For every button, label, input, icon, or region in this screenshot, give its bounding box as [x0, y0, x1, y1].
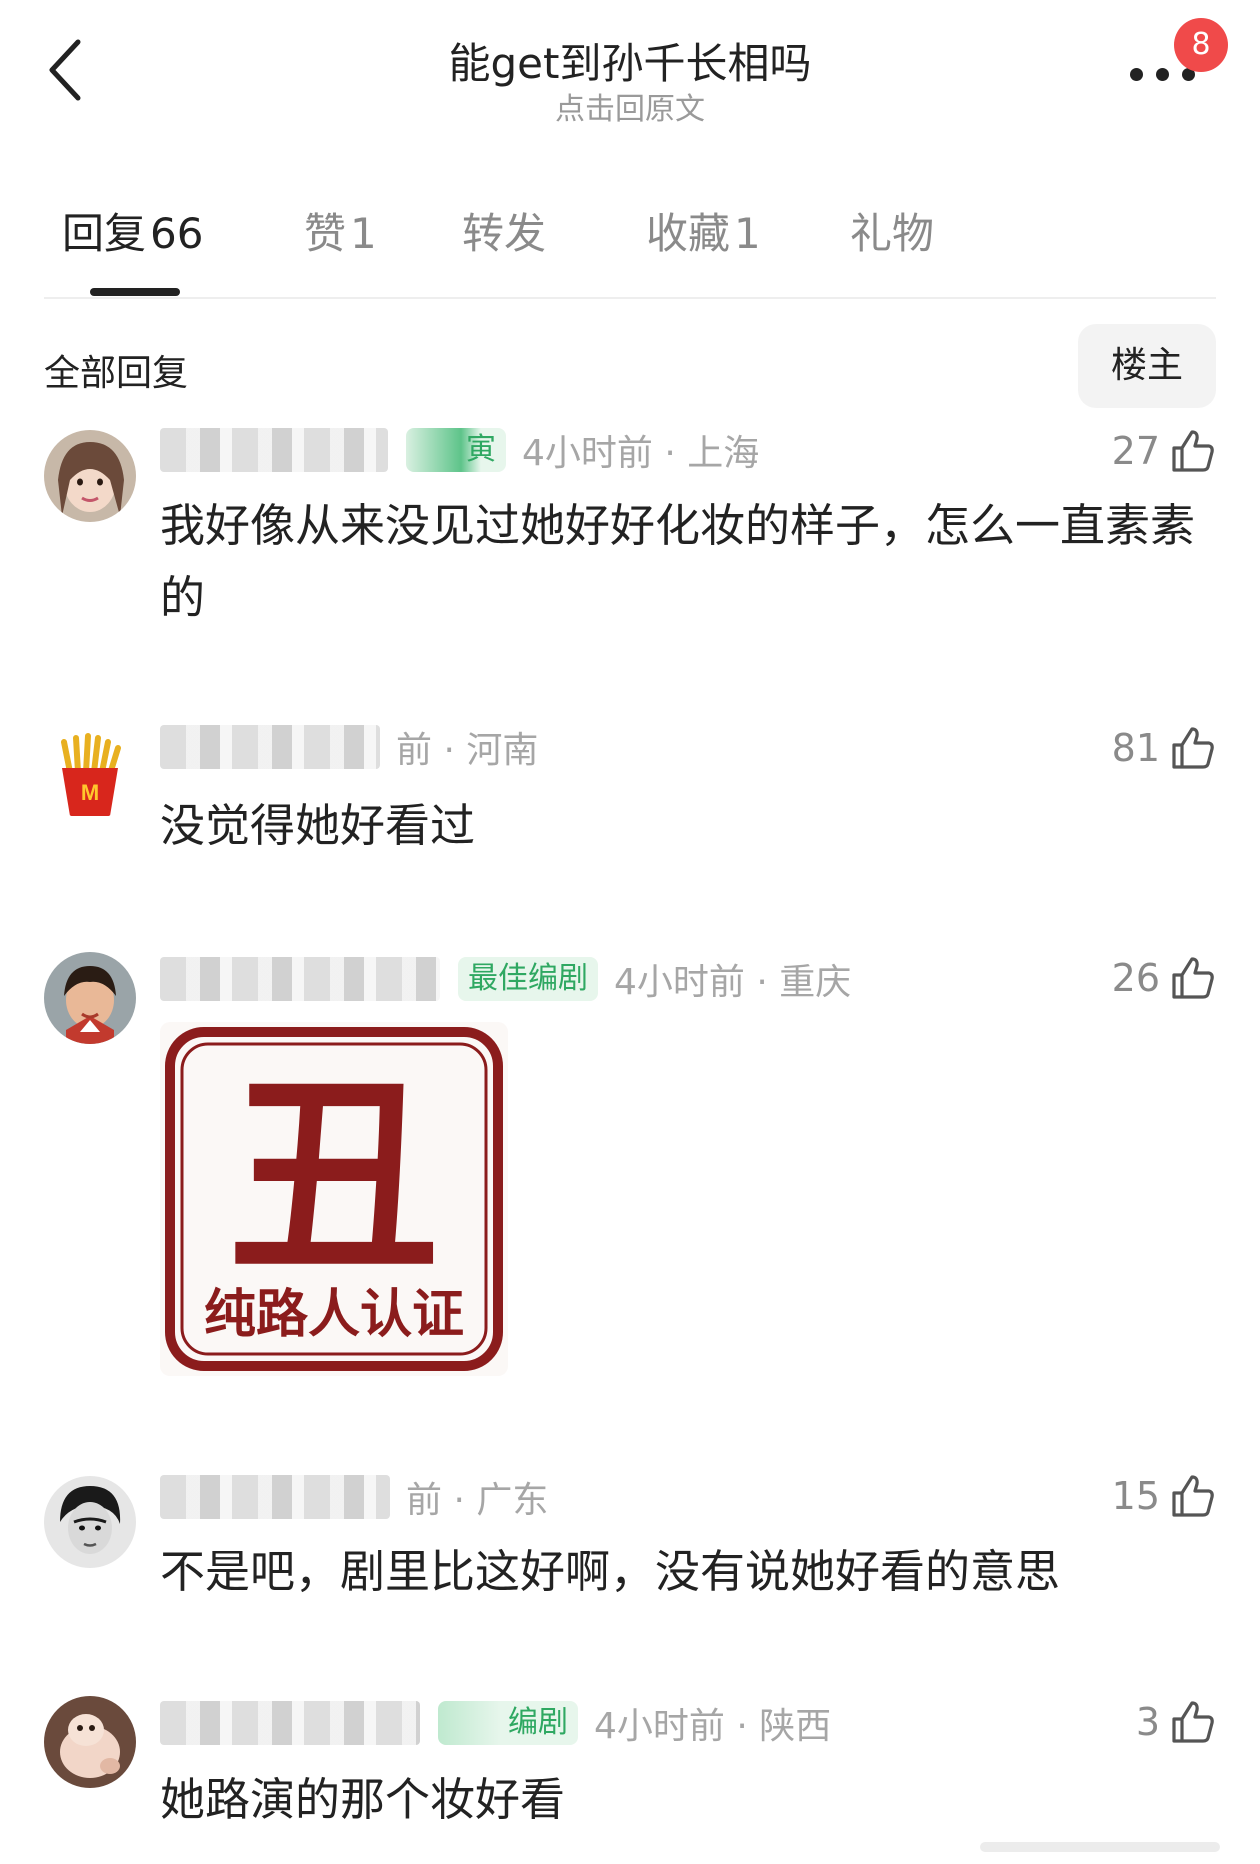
comment-meta: 编剧 4小时前 · 陕西 [160, 1698, 831, 1748]
like-button[interactable]: 81 [1112, 720, 1216, 776]
tab-label: 礼物 [850, 209, 935, 258]
tab-likes[interactable]: 赞1 [304, 200, 377, 261]
tab-replies[interactable]: 回复66 [62, 200, 203, 261]
like-button[interactable]: 26 [1112, 950, 1216, 1006]
avatar-image [44, 1696, 136, 1788]
username-redacted[interactable] [160, 957, 440, 1001]
back-to-original-link[interactable]: 点击回原文 [0, 84, 1260, 128]
like-button[interactable]: 15 [1112, 1468, 1216, 1524]
notification-badge: 8 [1174, 18, 1228, 72]
comment-meta: 最佳编剧 4小时前 · 重庆 [160, 954, 851, 1004]
fries-avatar-image: M [44, 728, 136, 820]
tab-count: 1 [734, 209, 761, 258]
time-location: 前 · 河南 [396, 730, 539, 771]
tab-label: 赞 [304, 209, 347, 258]
like-button[interactable]: 3 [1136, 1694, 1216, 1750]
thumbs-up-icon [1172, 727, 1214, 769]
avatar-image [44, 430, 136, 522]
op-only-filter-button[interactable]: 楼主 [1078, 324, 1216, 408]
username-redacted[interactable] [160, 725, 380, 769]
time-location: 4小时前 · 重庆 [614, 962, 852, 1003]
username-redacted[interactable] [160, 1475, 390, 1519]
like-count: 3 [1135, 1700, 1160, 1744]
avatar-image [44, 1476, 136, 1568]
home-indicator [980, 1842, 1220, 1852]
thumbs-up-icon [1172, 1475, 1214, 1517]
comment-text: 没觉得她好看过 [160, 799, 476, 852]
stamp-graphic: 丑 纯路人认证 [165, 1027, 503, 1371]
tab-gifts[interactable]: 礼物 [850, 200, 938, 261]
time-location: 4小时前 · 上海 [522, 433, 760, 474]
more-dots-icon [1130, 68, 1143, 81]
user-badge: 编剧 [438, 1701, 578, 1745]
avatar[interactable] [44, 430, 136, 522]
thumbs-up-icon [1172, 430, 1214, 472]
comment-text: 不是吧，剧里比这好啊，没有说她好看的意思 [160, 1545, 1061, 1598]
tab-bar: 回复66 赞1 转发 收藏1 礼物 [0, 200, 1260, 300]
stamp-caption: 纯路人认证 [204, 1286, 464, 1344]
tab-label: 转发 [462, 209, 547, 258]
like-count: 15 [1111, 1474, 1160, 1518]
avatar[interactable] [44, 1696, 136, 1788]
like-count: 81 [1111, 726, 1160, 770]
like-count: 26 [1111, 956, 1160, 1000]
user-badge: 最佳编剧 [458, 957, 598, 1001]
username-redacted[interactable] [160, 428, 388, 472]
avatar[interactable]: M [44, 728, 136, 820]
avatar[interactable] [44, 952, 136, 1044]
post-title: 能get到孙千长相吗 [448, 39, 812, 88]
comment-meta: 前 · 河南 [160, 722, 538, 772]
avatar[interactable] [44, 1476, 136, 1568]
comment-text: 我好像从来没见过她好好化妆的样子，怎么一直素素的 [160, 499, 1196, 624]
time-location: 前 · 广东 [406, 1480, 549, 1521]
comment-image-stamp[interactable]: 丑 纯路人认证 [160, 1022, 508, 1376]
svg-text:M: M [81, 780, 99, 805]
like-button[interactable]: 27 [1112, 423, 1216, 479]
divider [44, 297, 1216, 299]
comment-meta: 前 · 广东 [160, 1472, 548, 1522]
tab-count: 1 [350, 209, 377, 258]
thumbs-up-icon [1172, 957, 1214, 999]
tab-count: 66 [150, 209, 204, 258]
user-badge: 寅 [406, 428, 506, 472]
avatar-image [44, 952, 136, 1044]
section-title: 全部回复 [44, 353, 189, 394]
more-dot [1156, 68, 1169, 81]
tab-label: 收藏 [646, 209, 731, 258]
top-nav-bar: 能get到孙千长相吗 点击回原文 8 [0, 0, 1260, 140]
like-count: 27 [1111, 429, 1160, 473]
time-location: 4小时前 · 陕西 [594, 1706, 832, 1747]
comment-meta: 寅 4小时前 · 上海 [160, 425, 759, 475]
comment-text: 她路演的那个妆好看 [160, 1773, 566, 1826]
thumbs-up-icon [1172, 1701, 1214, 1743]
stamp-character: 丑 [229, 1064, 439, 1296]
active-tab-indicator [90, 288, 180, 296]
username-redacted[interactable] [160, 1701, 420, 1745]
tab-favorites[interactable]: 收藏1 [646, 200, 761, 261]
tab-reposts[interactable]: 转发 [462, 200, 550, 261]
tab-label: 回复 [62, 209, 147, 258]
